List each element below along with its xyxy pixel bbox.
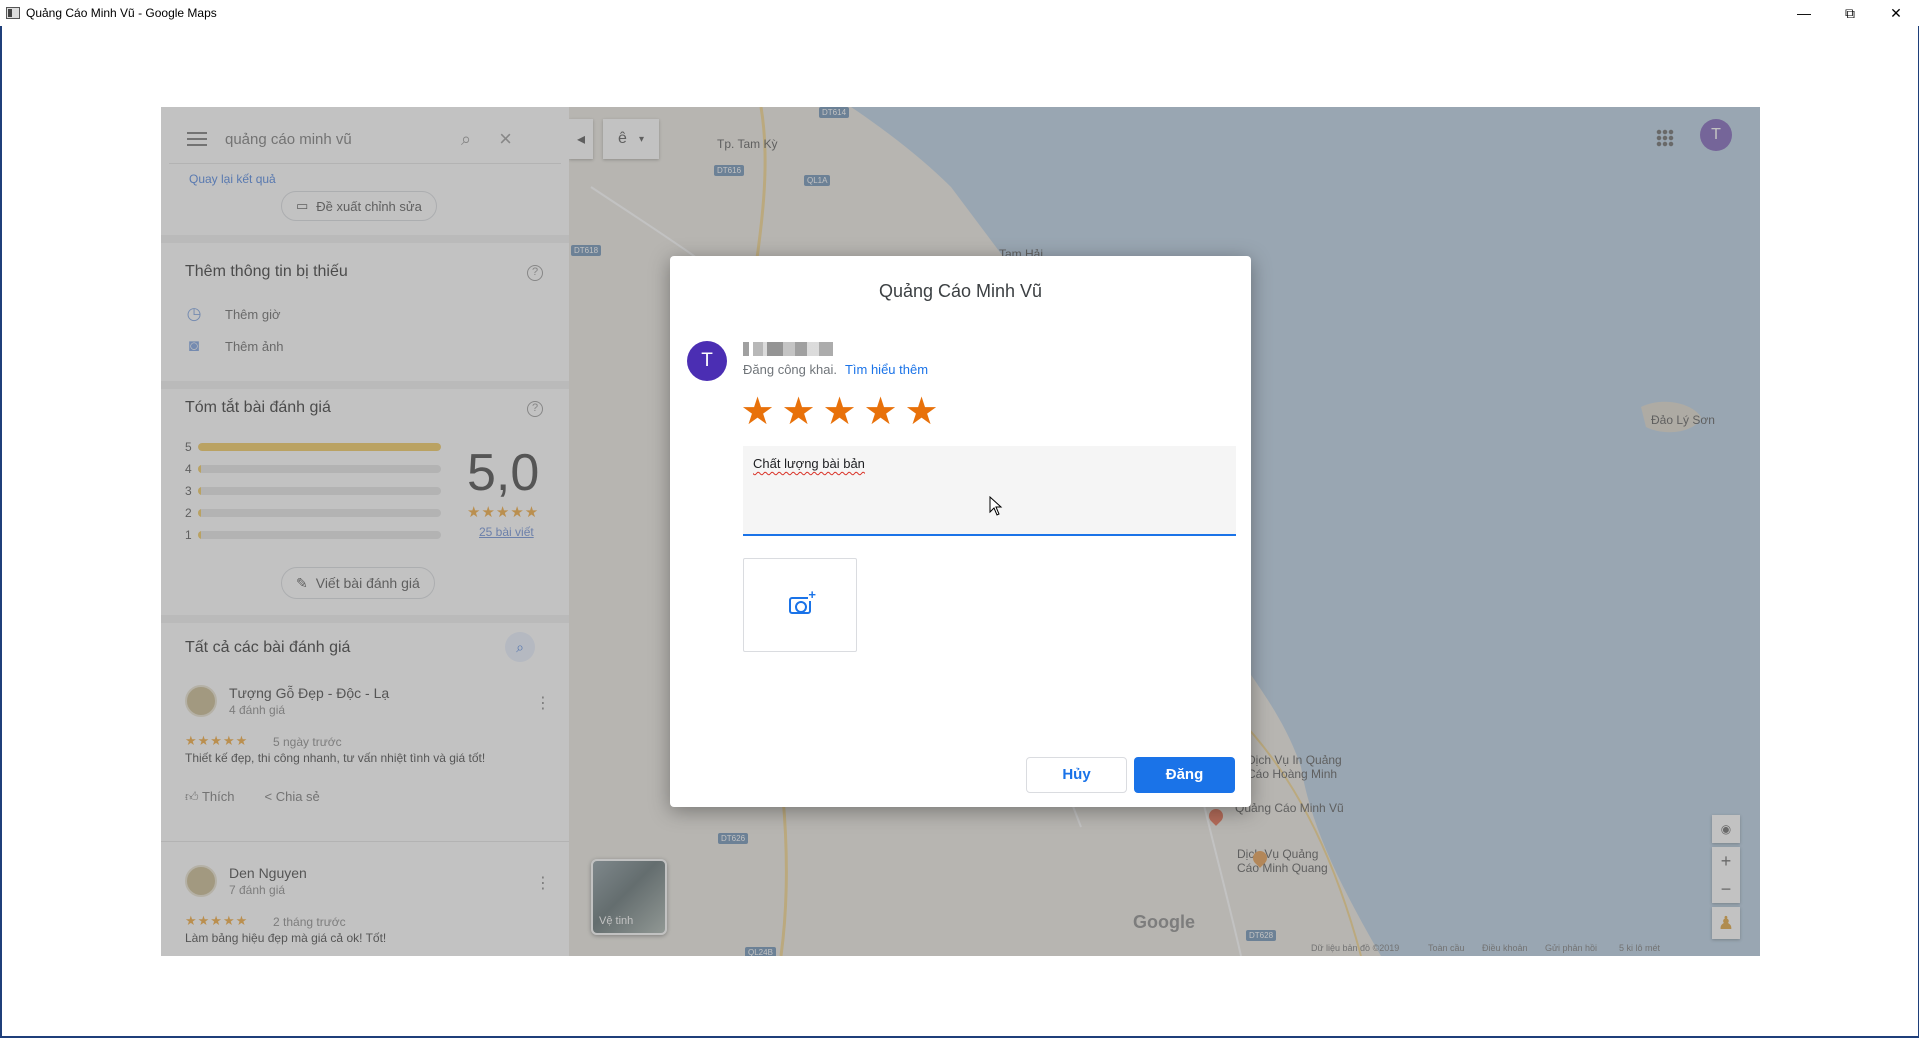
minimize-button[interactable]: —: [1781, 0, 1827, 26]
close-window-button[interactable]: ✕: [1873, 0, 1919, 26]
star-1-button[interactable]: ★: [740, 392, 775, 432]
star-3-button[interactable]: ★: [822, 392, 857, 432]
star-rating: ★ ★ ★ ★ ★: [740, 392, 939, 432]
dialog-title: Quảng Cáo Minh Vũ: [878, 281, 1043, 301]
user-avatar: T: [687, 341, 727, 381]
mouse-cursor-icon: [989, 496, 1003, 516]
window-title: Quảng Cáo Minh Vũ - Google Maps: [26, 6, 217, 20]
star-4-button[interactable]: ★: [863, 392, 898, 432]
title-bar: Quảng Cáo Minh Vũ - Google Maps — ⧉ ✕: [0, 0, 1919, 26]
post-button[interactable]: Đăng: [1134, 757, 1235, 793]
restore-button[interactable]: ⧉: [1827, 0, 1873, 26]
star-2-button[interactable]: ★: [781, 392, 816, 432]
learn-more-link[interactable]: Tìm hiểu thêm: [845, 362, 928, 377]
app-icon: [6, 7, 20, 19]
cancel-button[interactable]: Hủy: [1026, 757, 1127, 793]
review-dialog: Quảng Cáo Minh Vũ T Đăng công khai. Tìm …: [670, 256, 1251, 807]
review-textarea[interactable]: Chất lượng bài bản: [743, 446, 1236, 536]
add-photo-button[interactable]: [743, 558, 857, 652]
public-note-text: Đăng công khai.: [743, 362, 837, 377]
public-note: Đăng công khai. Tìm hiểu thêm: [743, 362, 928, 377]
user-name-obscured: [743, 342, 839, 356]
add-photo-icon: [789, 588, 816, 614]
review-text-value: Chất lượng bài bản: [753, 456, 865, 471]
star-5-button[interactable]: ★: [904, 392, 939, 432]
